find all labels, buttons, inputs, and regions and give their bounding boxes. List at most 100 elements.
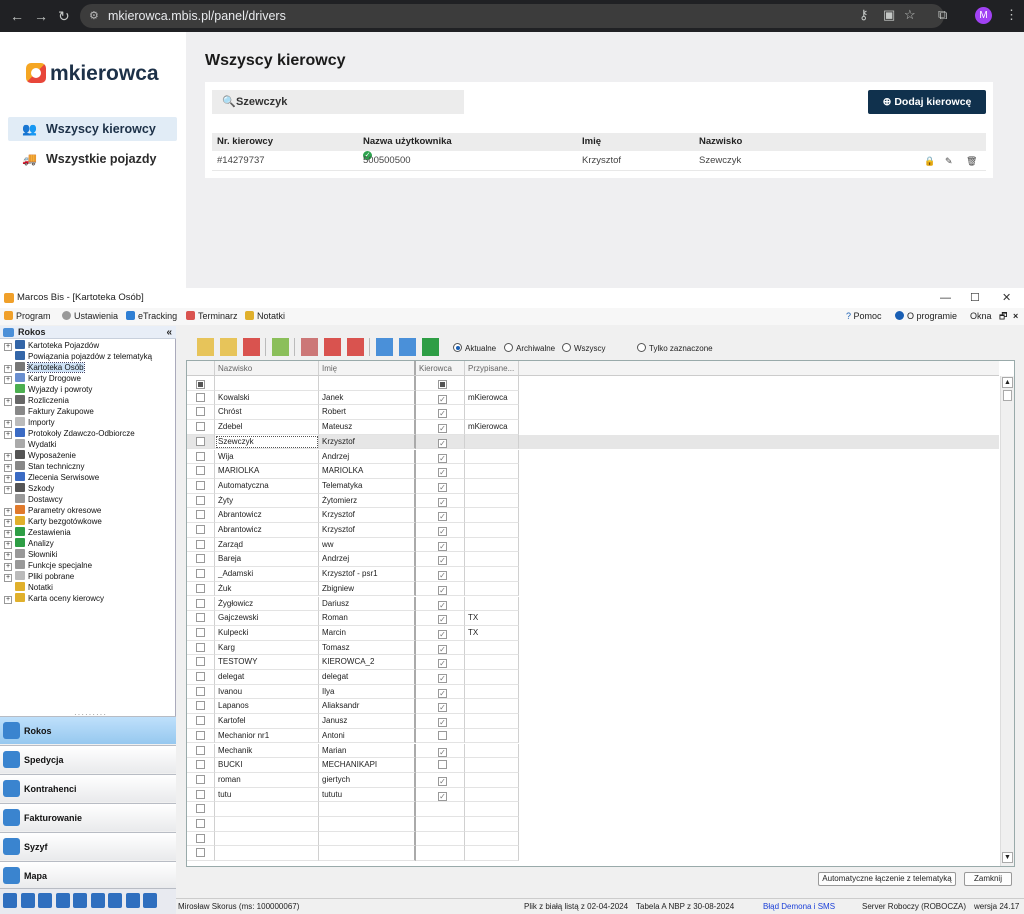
- module-spedycja[interactable]: Spedycja: [0, 745, 176, 773]
- driver-checkbox[interactable]: ✓: [438, 747, 447, 757]
- site-info-icon[interactable]: ⚙: [89, 4, 99, 28]
- expand-icon[interactable]: +: [4, 475, 12, 483]
- table-row[interactable]: Kartofel Janusz ✓: [187, 714, 999, 729]
- menu-program[interactable]: Program: [4, 308, 51, 325]
- filter-cell[interactable]: [416, 376, 465, 391]
- nav-item-vehicles[interactable]: 🚚 Wszystkie pojazdy: [8, 147, 177, 171]
- driver-checkbox[interactable]: ✓: [438, 541, 447, 551]
- row-checkbox[interactable]: [196, 539, 205, 549]
- extensions-icon[interactable]: ⧉: [938, 7, 947, 23]
- filter-checkbox[interactable]: [196, 380, 205, 389]
- table-row[interactable]: Żygłowicz Dariusz ✓: [187, 596, 999, 612]
- table-row[interactable]: delegat delegat ✓: [187, 670, 999, 685]
- driver-checkbox[interactable]: ✓: [438, 409, 447, 419]
- import-icon[interactable]: [376, 338, 393, 356]
- table-row[interactable]: Ivanou Ilya ✓: [187, 684, 999, 700]
- tree-item-wyposazenie[interactable]: + Wyposażenie: [4, 450, 76, 461]
- col-lastname[interactable]: Nazwisko: [215, 361, 319, 375]
- row-checkbox[interactable]: [196, 804, 205, 814]
- tree-item-powiazania-pojazdow-z-telematyka[interactable]: Powiązania pojazdów z telematyką: [4, 351, 152, 362]
- table-row[interactable]: Wija Andrzej ✓: [187, 449, 999, 465]
- lock-icon[interactable]: 🔒: [924, 151, 935, 171]
- row-checkbox[interactable]: [196, 745, 205, 755]
- expand-icon[interactable]: +: [4, 574, 12, 582]
- driver-checkbox[interactable]: ✓: [438, 703, 447, 713]
- tree-item-slowniki[interactable]: + Słowniki: [4, 549, 57, 560]
- module-syzyf[interactable]: Syzyf: [0, 832, 176, 860]
- filter-cell[interactable]: [187, 376, 215, 391]
- row-checkbox[interactable]: [196, 583, 205, 593]
- tree-item-parametry-okresowe[interactable]: + Parametry okresowe: [4, 505, 101, 516]
- filter-cell[interactable]: [465, 376, 519, 391]
- module-tool-icon[interactable]: [90, 893, 105, 908]
- driver-checkbox[interactable]: ✓: [438, 644, 447, 654]
- driver-checkbox[interactable]: ✓: [438, 453, 447, 463]
- driver-checkbox[interactable]: ✓: [438, 512, 447, 522]
- row-checkbox[interactable]: [196, 451, 205, 461]
- row-checkbox[interactable]: [196, 848, 205, 858]
- filter-row[interactable]: [187, 376, 999, 391]
- restore-person-icon[interactable]: [347, 338, 364, 356]
- excel-icon[interactable]: [422, 338, 439, 356]
- row-checkbox[interactable]: [196, 789, 205, 799]
- status-error[interactable]: Błąd Demona i SMS: [763, 899, 835, 914]
- expand-icon[interactable]: +: [4, 552, 12, 560]
- col-firstname[interactable]: Imię: [319, 361, 416, 375]
- expand-icon[interactable]: +: [4, 563, 12, 571]
- table-row[interactable]: _Adamski Krzysztof - psr1 ✓: [187, 567, 999, 582]
- table-row[interactable]: [187, 802, 999, 817]
- export-icon[interactable]: [399, 338, 416, 356]
- table-row[interactable]: Chróst Robert ✓: [187, 405, 999, 421]
- browser-menu-icon[interactable]: ⋮: [1005, 7, 1018, 23]
- row-checkbox[interactable]: [196, 407, 205, 417]
- driver-checkbox[interactable]: ✓: [438, 585, 447, 595]
- table-row[interactable]: Kowalski Janek ✓ mKierowca: [187, 390, 999, 406]
- grid-scrollbar[interactable]: ▲ ▼: [1000, 376, 1014, 866]
- module-tool-icon[interactable]: [20, 893, 35, 908]
- row-checkbox[interactable]: [196, 833, 205, 843]
- maximize-icon[interactable]: ☐: [970, 288, 980, 308]
- row-checkbox[interactable]: [196, 466, 205, 476]
- row-checkbox[interactable]: [196, 554, 205, 564]
- address-bar[interactable]: ⚙ mkierowca.mbis.pl/panel/drivers: [80, 4, 944, 28]
- row-checkbox[interactable]: [196, 422, 205, 432]
- tree-item-wydatki[interactable]: Wydatki: [4, 439, 56, 450]
- add-driver-button[interactable]: ⊕ Dodaj kierowcę: [868, 90, 986, 114]
- close-icon[interactable]: ✕: [1002, 288, 1011, 308]
- row-checkbox[interactable]: [196, 760, 205, 770]
- driver-checkbox[interactable]: ✓: [438, 600, 447, 610]
- expand-icon[interactable]: +: [4, 464, 12, 472]
- tree-item-protokoly-zdawczo-odbiorcze[interactable]: + Protokoły Zdawczo-Odbiorcze: [4, 428, 135, 439]
- row-checkbox[interactable]: [196, 569, 205, 579]
- tree-item-kartoteka-osob[interactable]: + Kartoteka Osób: [4, 362, 85, 373]
- scroll-thumb[interactable]: [1003, 390, 1012, 401]
- col-assigned[interactable]: Przypisane...: [465, 361, 519, 375]
- expand-icon[interactable]: +: [4, 420, 12, 428]
- table-row[interactable]: MARIOLKA MARIOLKA ✓: [187, 464, 999, 479]
- menu-windows[interactable]: Okna: [970, 308, 992, 325]
- tree-item-wyjazdy-i-powroty[interactable]: Wyjazdy i powroty: [4, 384, 92, 395]
- driver-checkbox[interactable]: ✓: [438, 497, 447, 507]
- row-checkbox[interactable]: [196, 436, 205, 446]
- reload-icon[interactable]: ↻: [58, 8, 70, 25]
- driver-checkbox[interactable]: ✓: [438, 468, 447, 478]
- table-row[interactable]: [187, 831, 999, 847]
- archive-icon[interactable]: [301, 338, 318, 356]
- nav-item-drivers[interactable]: 👥 Wszyscy kierowcy: [8, 117, 177, 141]
- row-checkbox[interactable]: [196, 510, 205, 520]
- tree-item-notatki[interactable]: Notatki: [4, 582, 53, 593]
- module-mapa[interactable]: Mapa: [0, 861, 176, 889]
- tree-item-faktury-zakupowe[interactable]: Faktury Zakupowe: [4, 406, 94, 417]
- tree-item-importy[interactable]: + Importy: [4, 417, 55, 428]
- collapse-icon[interactable]: «: [166, 326, 172, 339]
- module-fakturowanie[interactable]: Fakturowanie: [0, 803, 176, 831]
- table-row[interactable]: [187, 846, 999, 862]
- tree-item-karty-bezgotowkowe[interactable]: + Karty bezgotówkowe: [4, 516, 102, 527]
- radio-current[interactable]: Aktualne: [453, 343, 496, 354]
- row-checkbox[interactable]: [196, 525, 205, 534]
- scroll-up-icon[interactable]: ▲: [1002, 377, 1013, 388]
- table-row[interactable]: Bareja Andrzej ✓: [187, 552, 999, 568]
- row-checkbox[interactable]: [196, 730, 205, 740]
- tree-item-karta-oceny-kierowcy[interactable]: + Karta oceny kierowcy: [4, 593, 104, 604]
- expand-icon[interactable]: +: [4, 530, 12, 538]
